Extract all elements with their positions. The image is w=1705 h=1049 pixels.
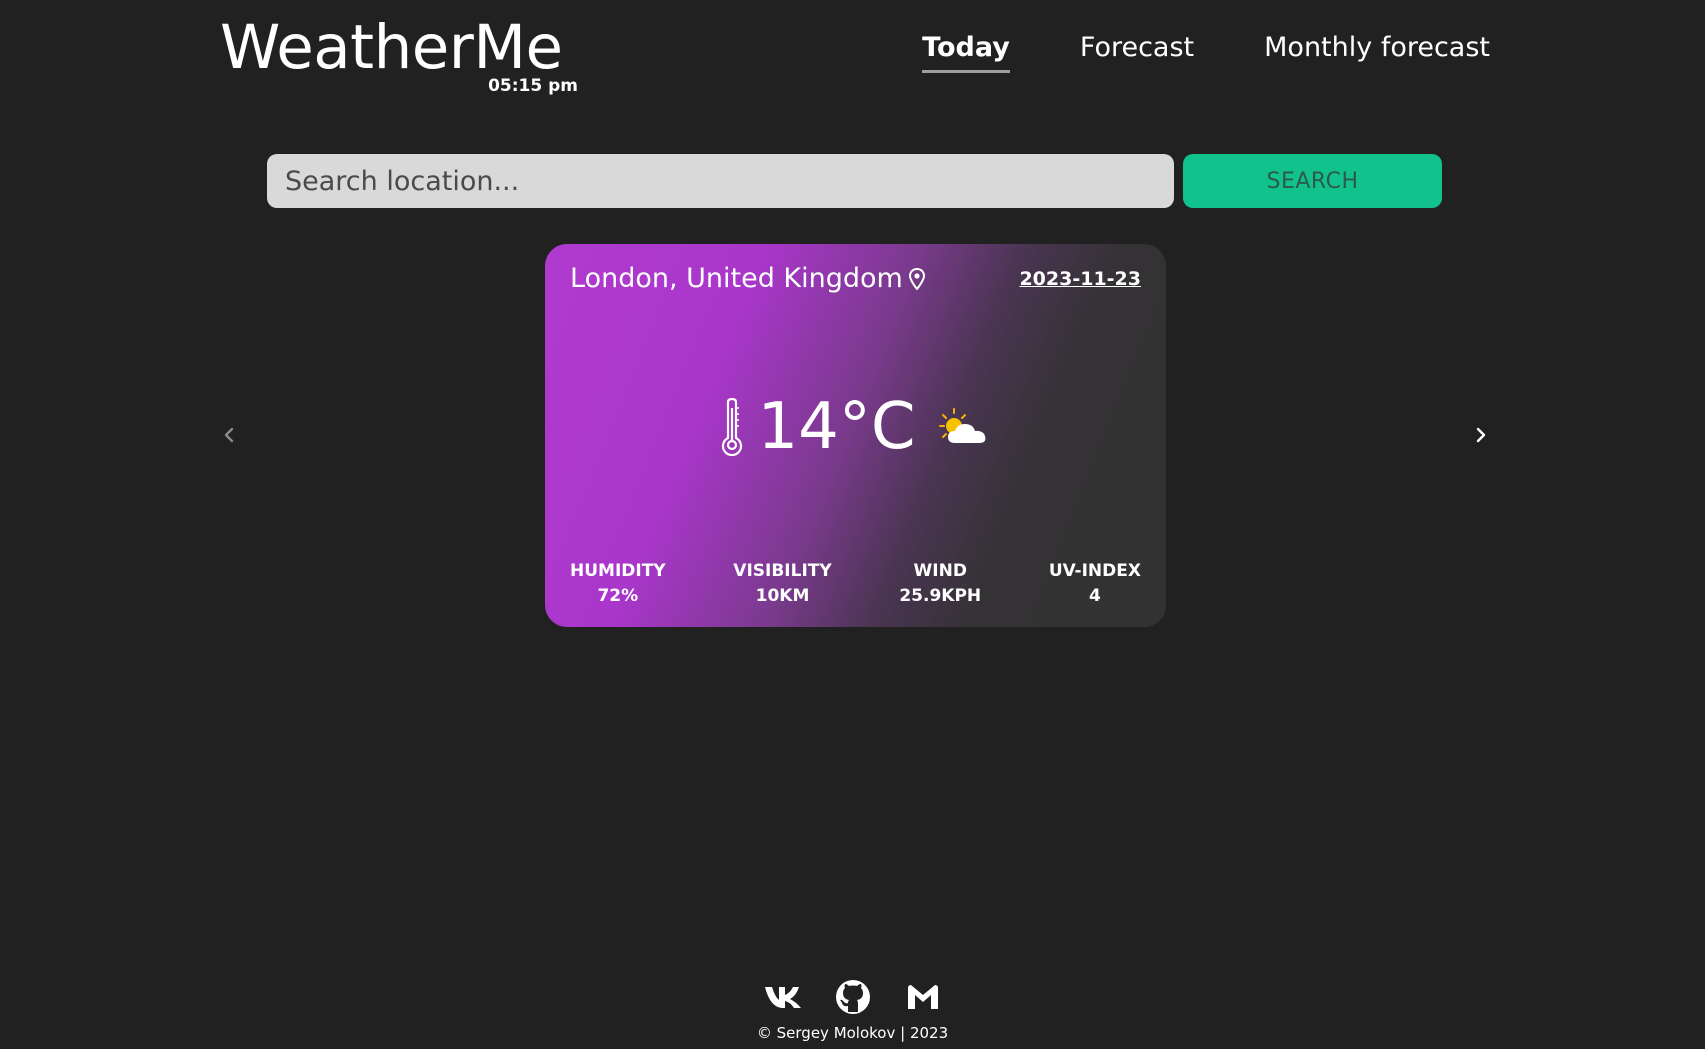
stat-value: 4: [1088, 586, 1101, 606]
location-name: London, United Kingdom: [570, 263, 903, 294]
brand: WeatherMe 05:15 pm: [220, 8, 580, 96]
forecast-date[interactable]: 2023-11-23: [1019, 268, 1141, 290]
stat-wind: WIND 25.9KPH: [899, 560, 981, 610]
location-header: London, United Kingdom: [570, 263, 925, 294]
search-bar: SEARCH: [267, 154, 1442, 208]
stat-value: 25.9KPH: [899, 586, 982, 606]
weather-card: London, United Kingdom 2023-11-23 14°C H…: [545, 244, 1166, 627]
vk-icon: [764, 987, 801, 1008]
carousel-prev-button[interactable]: [214, 420, 244, 450]
vk-link[interactable]: [764, 978, 802, 1016]
github-link[interactable]: [834, 978, 872, 1016]
stat-uv-index: UV-INDEX 4: [1049, 560, 1141, 610]
thermometer-icon: [721, 398, 743, 456]
stat-humidity: HUMIDITY 72%: [570, 560, 666, 610]
stat-label: UV-INDEX: [1048, 561, 1141, 581]
copyright: © Sergey Molokov | 2023: [756, 1024, 949, 1042]
chevron-left-icon: [224, 427, 234, 443]
carousel-next-button[interactable]: [1466, 420, 1496, 450]
stat-value: 10KM: [755, 586, 810, 606]
stat-label: WIND: [913, 561, 967, 581]
chevron-right-icon: [1476, 427, 1486, 443]
temperature-row: 14°C: [545, 392, 1166, 462]
weather-app: WeatherMe 05:15 pm Today Forecast Monthl…: [0, 0, 1705, 1049]
search-input[interactable]: [267, 154, 1174, 208]
current-time: 05:15 pm: [488, 76, 578, 96]
weather-stats: HUMIDITY 72% VISIBILITY 10KM WIND 25.9KP…: [570, 560, 1141, 610]
stat-visibility: VISIBILITY 10KM: [733, 560, 831, 610]
gmail-link[interactable]: [904, 978, 942, 1016]
stat-value: 72%: [597, 586, 639, 606]
map-pin-icon: [908, 267, 925, 290]
nav-forecast[interactable]: Forecast: [1080, 30, 1194, 70]
github-icon: [835, 980, 870, 1014]
social-links: [0, 978, 1705, 1016]
partly-cloudy-icon: [938, 407, 990, 447]
nav-today[interactable]: Today: [922, 30, 1010, 73]
nav-monthly-forecast[interactable]: Monthly forecast: [1264, 30, 1490, 70]
stat-label: VISIBILITY: [733, 561, 832, 581]
stat-label: HUMIDITY: [570, 561, 666, 581]
main-nav: Today Forecast Monthly forecast: [922, 30, 1490, 73]
temperature-value: 14°C: [757, 390, 916, 464]
search-button[interactable]: SEARCH: [1183, 154, 1442, 208]
gmail-icon: [907, 985, 938, 1009]
